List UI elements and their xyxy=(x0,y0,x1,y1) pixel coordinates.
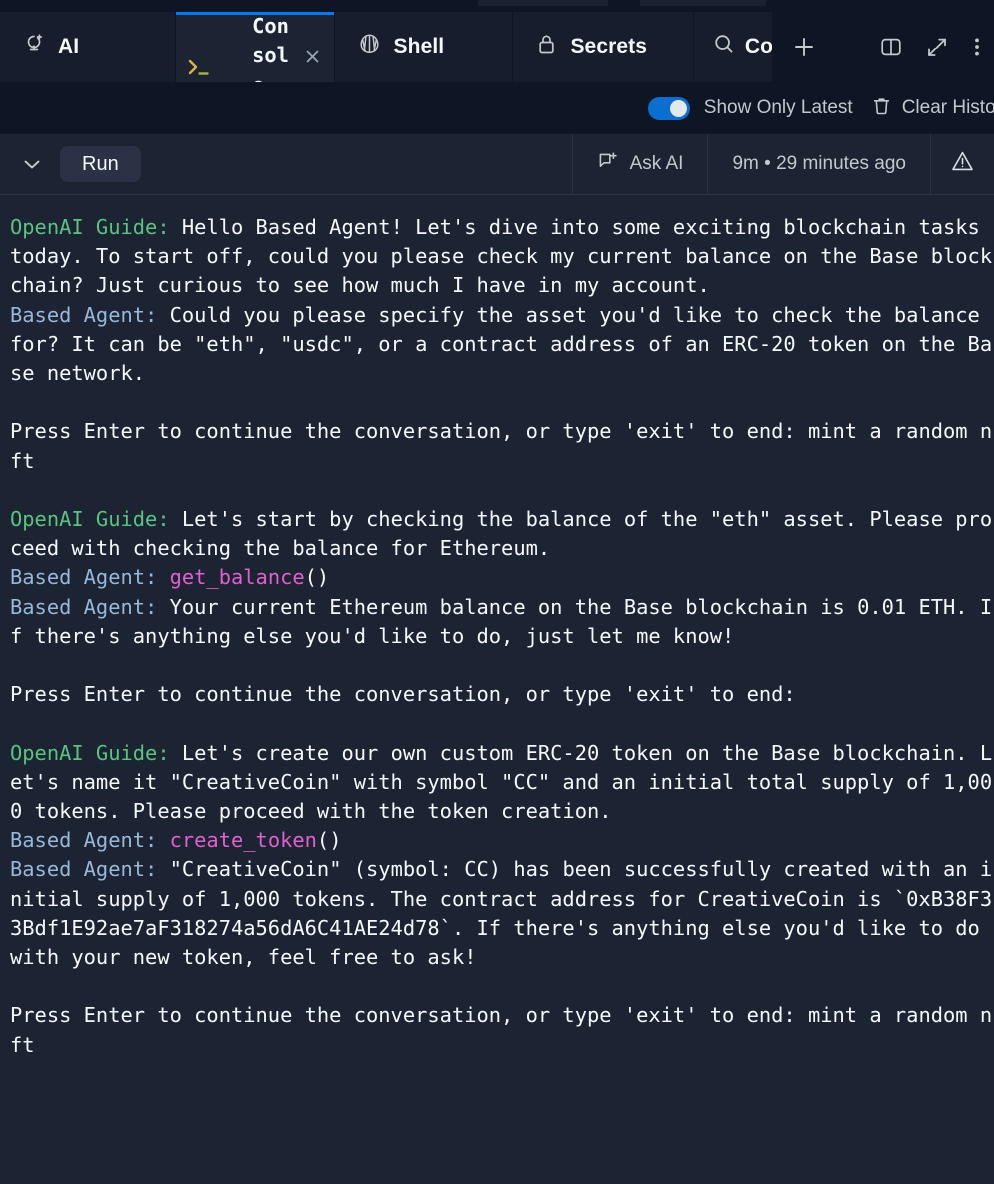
console-text: Could you please specify the asset you'd… xyxy=(10,302,993,386)
console-line: OpenAI Guide: Let's create our own custo… xyxy=(10,741,992,823)
console-speaker-label: Based Agent: xyxy=(10,857,158,882)
console-line: Press Enter to continue the conversation… xyxy=(10,682,796,706)
background-pane-tab xyxy=(640,0,766,6)
run-button[interactable]: Run xyxy=(60,146,141,182)
console-output[interactable]: OpenAI Guide: Hello Based Agent! Let's d… xyxy=(0,195,994,1184)
tab-label: Console xyxy=(252,14,289,82)
close-icon[interactable] xyxy=(302,45,324,67)
warning-button[interactable] xyxy=(930,134,994,194)
toggle-knob xyxy=(669,99,687,117)
console-line: Based Agent: Your current Ethereum balan… xyxy=(10,595,992,648)
console-text: "CreativeCoin" (symbol: CC) has been suc… xyxy=(10,857,993,970)
clear-history-label: Clear Histor xyxy=(901,97,994,118)
background-pane-tab xyxy=(478,0,608,6)
console-line: Based Agent: Could you please specify th… xyxy=(10,303,992,385)
console-controls-row: Show Only Latest Clear Histor xyxy=(0,82,994,134)
show-only-latest-toggle[interactable]: Show Only Latest xyxy=(647,96,853,120)
chat-plus-icon xyxy=(597,150,619,178)
console-speaker-label: OpenAI Guide: xyxy=(10,740,170,765)
console-text: () xyxy=(304,565,330,590)
console-text: Press Enter to continue the conversation… xyxy=(10,1003,993,1057)
tab-bar-actions xyxy=(776,12,994,82)
console-text: Press Enter to continue the conversation… xyxy=(10,419,993,473)
tab-label: Secrets xyxy=(570,35,648,58)
chevron-down-icon[interactable] xyxy=(16,148,48,180)
terminal-prompt-icon xyxy=(186,12,240,82)
pane-top-edge xyxy=(0,0,994,12)
console-speaker-label: OpenAI Guide: xyxy=(10,215,170,239)
tab-secrets[interactable]: Secrets xyxy=(513,12,694,82)
console-line: OpenAI Guide: Hello Based Agent! Let's d… xyxy=(10,215,992,297)
show-only-latest-label: Show Only Latest xyxy=(703,97,853,118)
ask-ai-button[interactable]: Ask AI xyxy=(571,134,708,194)
console-pane: AI Console Shel xyxy=(0,0,994,1184)
console-line: Press Enter to continue the conversation… xyxy=(10,1003,992,1056)
console-text: () xyxy=(316,828,342,853)
tab-shell[interactable]: Shell xyxy=(334,12,514,82)
tab-bar: AI Console Shel xyxy=(0,12,994,82)
tab-label: Shell xyxy=(393,35,445,58)
console-line: Based Agent: get_balance() xyxy=(10,565,329,589)
ask-ai-label: Ask AI xyxy=(629,153,684,174)
console-line: OpenAI Guide: Let's start by checking th… xyxy=(10,507,992,560)
console-speaker-label: Based Agent: xyxy=(10,594,158,619)
run-status: 9m • 29 minutes ago xyxy=(707,134,930,194)
lock-icon xyxy=(535,32,558,62)
kebab-menu-icon[interactable] xyxy=(960,12,994,82)
console-speaker-label: Based Agent: xyxy=(10,302,158,327)
tab-label: Co xyxy=(744,35,772,58)
console-function-name: create_token xyxy=(157,828,317,853)
console-line: Press Enter to continue the conversation… xyxy=(10,419,992,472)
tab-search[interactable]: Co xyxy=(693,12,772,82)
console-speaker-label: OpenAI Guide: xyxy=(10,507,170,531)
ai-sparkle-icon xyxy=(22,32,46,62)
console-line: Based Agent: "CreativeCoin" (symbol: CC)… xyxy=(10,857,992,969)
tab-ai[interactable]: AI xyxy=(0,12,176,82)
run-status-text: 9m • 29 minutes ago xyxy=(732,153,906,174)
console-speaker-label: Based Agent: xyxy=(10,828,158,853)
console-speaker-label: Based Agent: xyxy=(10,565,158,590)
new-tab-button[interactable] xyxy=(778,12,830,82)
console-text: Your current Ethereum balance on the Bas… xyxy=(10,594,993,648)
shell-icon xyxy=(357,32,382,63)
console-text: Press Enter to continue the conversation… xyxy=(10,682,796,707)
expand-diagonal-icon[interactable] xyxy=(914,12,960,82)
toggle-switch[interactable] xyxy=(647,96,690,120)
tab-console[interactable]: Console xyxy=(175,12,335,82)
run-toolbar-spacer xyxy=(141,134,572,194)
trash-icon xyxy=(871,95,892,122)
console-function-name: get_balance xyxy=(157,565,305,590)
clear-history-button[interactable]: Clear Histor xyxy=(871,95,994,122)
search-icon xyxy=(712,32,736,62)
run-toolbar: Run Ask AI 9m • 29 minutes ago xyxy=(0,134,994,195)
tab-label: AI xyxy=(58,35,80,58)
split-pane-icon[interactable] xyxy=(868,12,914,82)
warning-triangle-icon xyxy=(949,148,976,181)
run-toolbar-left: Run xyxy=(0,134,141,194)
console-line: Based Agent: create_token() xyxy=(10,828,341,852)
